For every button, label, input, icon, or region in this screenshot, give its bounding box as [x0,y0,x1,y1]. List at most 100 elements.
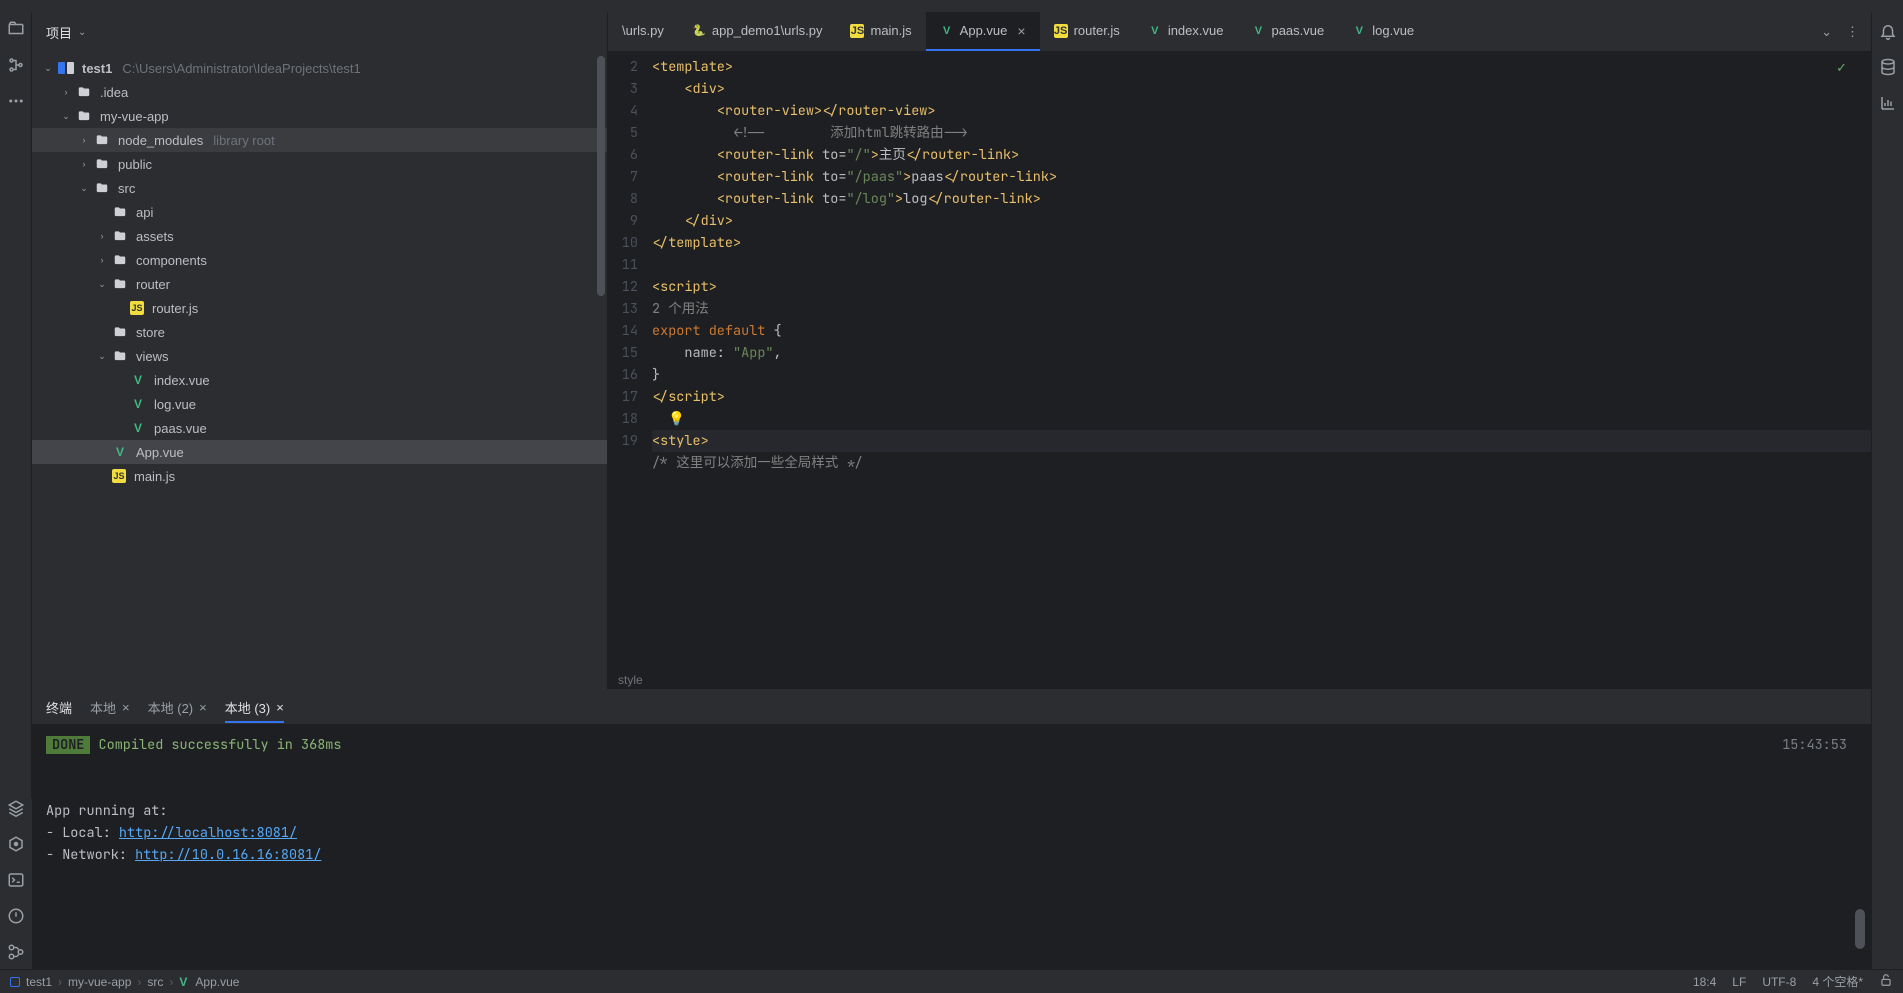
terminal-tool-icon[interactable] [7,871,25,889]
breadcrumb-item[interactable]: test1 [26,975,52,989]
folder-icon [112,348,128,364]
tree-item-router[interactable]: ⌄router [32,272,607,296]
running-msg: App running at: [46,800,1857,822]
tab--urls-py[interactable]: \urls.py [608,12,678,51]
inspection-ok-icon[interactable]: ✓ [1836,60,1847,76]
line-separator[interactable]: LF [1732,975,1746,989]
tree-item-paas-vue[interactable]: Vpaas.vue [32,416,607,440]
problems-icon[interactable] [7,907,25,925]
terminal-tab-----3-[interactable]: 本地 (3)× [225,698,284,723]
vue-icon: V [112,444,128,460]
readonly-icon[interactable] [1879,973,1893,990]
breadcrumb-item[interactable]: my-vue-app [68,975,131,989]
editor-panel: \urls.py🐍app_demo1\urls.pyJSmain.jsVApp.… [608,12,1871,689]
gutter: 2345678910111213141516171819 [608,52,648,671]
tree-item--idea[interactable]: ›.idea [32,80,607,104]
breadcrumb-separator: › [169,975,173,989]
database-icon[interactable] [1879,58,1897,76]
breadcrumb-separator: › [137,975,141,989]
tree-item-index-vue[interactable]: Vindex.vue [32,368,607,392]
tree-item-app-vue[interactable]: VApp.vue [32,440,607,464]
terminal-tabs: 终端 本地× 本地 (2)× 本地 (3)× [32,690,1871,724]
tree-item-router-js[interactable]: JSrouter.js [32,296,607,320]
layers-icon[interactable] [7,799,25,817]
tab-main-js[interactable]: JSmain.js [836,12,925,51]
top-strip [0,0,1903,12]
js-icon: JS [112,469,126,483]
caret-position[interactable]: 18:4 [1693,975,1716,989]
tab-router-js[interactable]: JSrouter.js [1040,12,1134,51]
js-icon: JS [130,301,144,315]
terminal-scrollbar[interactable] [1855,909,1865,949]
folder-icon [112,228,128,244]
close-icon[interactable]: × [122,700,130,715]
indent[interactable]: 4 个空格* [1812,973,1863,990]
editor-breadcrumb[interactable]: style [608,671,1871,689]
terminal-tab---[interactable]: 本地× [90,698,130,717]
tree-item-node-modules[interactable]: ›node_moduleslibrary root [32,128,607,152]
project-tree: ⌄test1C:\Users\Administrator\IdeaProject… [32,52,607,689]
structure-icon[interactable] [7,56,25,74]
terminal-tab-----2-[interactable]: 本地 (2)× [148,698,207,717]
terminal-timestamp: 15:43:53 [1782,734,1847,756]
folder-icon [112,252,128,268]
more-tool-icon[interactable] [7,92,25,110]
tree-scrollbar[interactable] [597,56,605,296]
tree-item-main-js[interactable]: JSmain.js [32,464,607,488]
project-tool-icon[interactable] [7,20,25,38]
services-icon[interactable] [7,835,25,853]
tab-app-demo1-urls-py[interactable]: 🐍app_demo1\urls.py [678,12,837,51]
project-header[interactable]: 项目 ⌄ [32,12,607,52]
compile-msg: Compiled successfully in 368ms [90,736,341,754]
folder-icon [76,108,92,124]
breadcrumb-item[interactable]: src [147,975,163,989]
close-icon[interactable]: × [276,700,284,715]
left-toolbar [0,12,32,969]
breadcrumb[interactable]: test1 › my-vue-app › src › V App.vue [10,975,239,989]
breadcrumb-item[interactable]: App.vue [195,975,239,989]
tab-app-vue[interactable]: VApp.vue× [926,12,1040,51]
folder-icon [112,204,128,220]
folder-icon [112,276,128,292]
close-icon[interactable]: × [199,700,207,715]
tree-item-components[interactable]: ›components [32,248,607,272]
main-area: 项目 ⌄ ⌄test1C:\Users\Administrator\IdeaPr… [0,12,1903,969]
chart-icon[interactable] [1879,94,1897,112]
tab-log-vue[interactable]: Vlog.vue [1338,12,1428,51]
breadcrumb-separator: › [58,975,62,989]
project-label: 项目 [46,23,72,42]
tree-item-views[interactable]: ⌄views [32,344,607,368]
tree-item-api[interactable]: api [32,200,607,224]
tree-item-my-vue-app[interactable]: ⌄my-vue-app [32,104,607,128]
local-url-link[interactable]: http://localhost:8081/ [119,824,297,842]
folder-icon [94,132,110,148]
tab-index-vue[interactable]: Vindex.vue [1134,12,1238,51]
vue-icon: V [179,975,187,989]
tree-root[interactable]: ⌄test1C:\Users\Administrator\IdeaProject… [32,56,607,80]
kebab-menu-icon[interactable]: ⋮ [1846,24,1859,40]
js-icon: JS [850,24,864,38]
code-content[interactable]: <template> <div> <router-view></router-v… [648,52,1871,671]
vue-icon: V [1148,24,1162,38]
code-editor[interactable]: ✓ 2345678910111213141516171819 <template… [608,52,1871,671]
chevron-down-icon[interactable]: ⌄ [1821,24,1832,40]
close-icon[interactable]: × [1017,23,1025,39]
tree-item-public[interactable]: ›public [32,152,607,176]
editor-tabs: \urls.py🐍app_demo1\urls.pyJSmain.jsVApp.… [608,12,1871,52]
tree-item-log-vue[interactable]: Vlog.vue [32,392,607,416]
notifications-icon[interactable] [1879,22,1897,40]
terminal-output[interactable]: 15:43:53 DONE Compiled successfully in 3… [32,724,1871,969]
vue-icon: V [130,396,146,412]
terminal-panel: 终端 本地× 本地 (2)× 本地 (3)× 15:43:53 DONE Compi… [32,689,1871,969]
tree-item-store[interactable]: store [32,320,607,344]
tree-item-src[interactable]: ⌄src [32,176,607,200]
vcs-icon[interactable] [7,943,25,961]
folder-icon [94,156,110,172]
network-url-link[interactable]: http://10.0.16.16:8081/ [135,846,321,864]
terminal-label: 终端 [46,698,72,717]
tree-item-assets[interactable]: ›assets [32,224,607,248]
tab-paas-vue[interactable]: Vpaas.vue [1237,12,1338,51]
js-icon: JS [1054,24,1068,38]
vue-icon: V [130,420,146,436]
encoding[interactable]: UTF-8 [1762,975,1796,989]
